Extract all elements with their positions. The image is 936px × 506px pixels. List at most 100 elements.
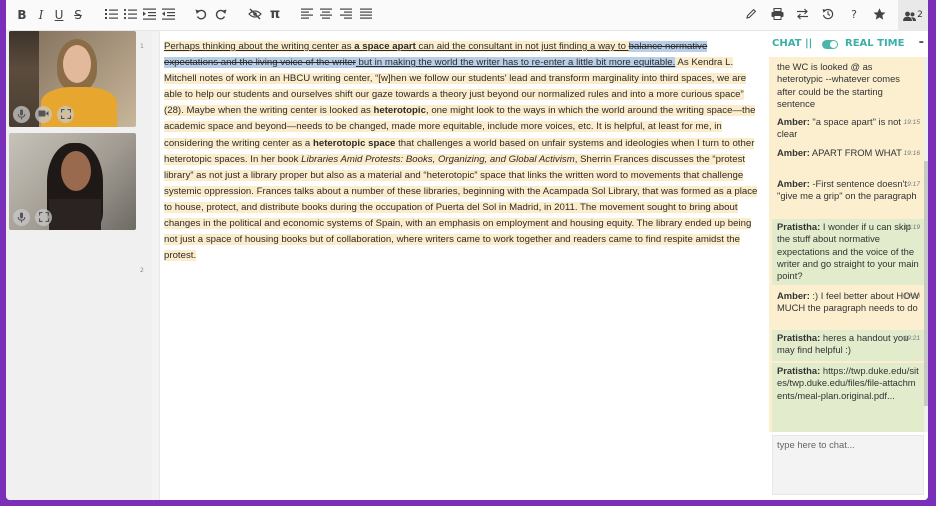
- document-paragraph: Perhaps thinking about the writing cente…: [164, 41, 758, 262]
- help-button[interactable]: ?: [847, 5, 861, 25]
- chat-scrollbar-thumb[interactable]: [924, 161, 928, 406]
- chat-message-list[interactable]: the WC is looked @ as heterotypic --what…: [769, 57, 924, 432]
- chat-author: Amber:: [777, 290, 810, 301]
- microphone-icon: [17, 212, 26, 223]
- users-icon: [903, 11, 917, 21]
- fullscreen-button-2[interactable]: [35, 209, 52, 226]
- chat-message: Amber: APART FROM WHAT 19:16: [772, 145, 924, 162]
- users-online-count: 2: [917, 10, 923, 20]
- align-right-button[interactable]: [339, 5, 353, 25]
- bold-glyph: B: [17, 8, 27, 22]
- indent-icon: [142, 8, 156, 20]
- chat-timestamp: 19:16: [903, 150, 920, 157]
- chat-message: Amber: -First sentence doesn't "give me …: [772, 176, 924, 206]
- text-run-bold: heterotopic: [373, 105, 426, 117]
- bold-button[interactable]: B: [15, 5, 29, 25]
- indent-button[interactable]: [142, 5, 156, 25]
- toolbar: B I U S π ? 2: [6, 0, 928, 31]
- chat-minimize-button[interactable]: -: [919, 35, 924, 50]
- pen-icon: [746, 8, 757, 19]
- chat-panel: CHAT || REAL TIME - the WC is looked @ a…: [769, 31, 928, 500]
- chat-scrollbar[interactable]: [924, 57, 928, 432]
- chat-author: Pratistha:: [777, 221, 821, 232]
- fullscreen-icon: [38, 212, 49, 222]
- pi-glyph: π: [269, 7, 281, 22]
- underline-button[interactable]: U: [52, 5, 66, 25]
- text-run: , Sherrin Frances discusses the “protest…: [164, 153, 758, 262]
- strikethrough-glyph: S: [74, 8, 82, 22]
- star-icon: [873, 8, 885, 20]
- chat-input[interactable]: type here to chat...: [772, 435, 924, 495]
- mic-button-1[interactable]: [13, 106, 30, 123]
- mic-button-2[interactable]: [13, 209, 30, 226]
- help-glyph: ?: [851, 8, 857, 21]
- chat-mode-label: REAL TIME: [845, 38, 905, 49]
- text-run: Perhaps thinking about the writing cente…: [164, 41, 355, 52]
- participant-1-body: [41, 87, 117, 127]
- chat-message: the WC is looked @ as heterotypic --what…: [772, 59, 924, 113]
- italic-button[interactable]: I: [34, 5, 48, 25]
- show-formatting-button[interactable]: π: [268, 5, 282, 25]
- italic-glyph: I: [38, 8, 44, 22]
- text-run-italic: Libraries Amid Protests: Books, Organizi…: [301, 153, 575, 165]
- chat-message: Amber: "a space apart" is not clear 19:15: [772, 114, 924, 144]
- outdent-icon: [161, 8, 175, 20]
- align-center-icon: [320, 8, 332, 19]
- chat-timestamp: 19:19: [903, 224, 920, 231]
- undo-icon: [195, 9, 207, 20]
- line-number-1: 1: [140, 43, 144, 50]
- microphone-icon: [17, 109, 26, 120]
- text-run: can aid the consultant in not just findi…: [415, 41, 629, 52]
- align-center-button[interactable]: [319, 5, 333, 25]
- numbered-list-icon: [104, 9, 118, 19]
- swap-button[interactable]: [795, 5, 809, 25]
- strikethrough-button[interactable]: S: [71, 5, 85, 25]
- chat-title: CHAT ||: [772, 38, 813, 49]
- participant-1-face: [63, 45, 91, 83]
- participant-2-face: [61, 151, 91, 191]
- chat-author: Pratistha:: [777, 332, 821, 343]
- bullet-list-button[interactable]: [123, 5, 137, 25]
- chat-message: Pratistha: I wonder if u can skip the st…: [772, 219, 924, 285]
- numbered-list-button[interactable]: [104, 5, 118, 25]
- chat-text: APART FROM WHAT: [809, 147, 902, 158]
- fullscreen-icon: [60, 109, 71, 119]
- camera-icon: [38, 110, 49, 117]
- video-panel: [6, 31, 152, 500]
- print-icon: [771, 8, 783, 20]
- camera-button-1[interactable]: [35, 106, 52, 123]
- text-run-bold: a space apart: [354, 41, 416, 52]
- chat-message: Pratistha: https://twp.duke.edu/sites/tw…: [772, 363, 924, 432]
- pen-button[interactable]: [744, 5, 758, 25]
- video-feed-2: [9, 133, 136, 230]
- chat-timestamp: 19:15: [903, 119, 920, 126]
- history-icon: [822, 8, 834, 20]
- align-right-icon: [340, 8, 352, 19]
- chat-text: the WC is looked @ as heterotypic --what…: [777, 61, 900, 109]
- chat-author: Amber:: [777, 147, 810, 158]
- outdent-button[interactable]: [161, 5, 175, 25]
- document-editor[interactable]: Perhaps thinking about the writing cente…: [164, 39, 758, 264]
- fullscreen-button-1[interactable]: [57, 106, 74, 123]
- chat-message: Pratistha: heres a handout you may find …: [772, 330, 924, 361]
- real-time-toggle[interactable]: [822, 40, 838, 49]
- print-button[interactable]: [770, 5, 784, 25]
- app-window: B I U S π ? 2 1 2 Perhaps thinking about…: [6, 0, 928, 500]
- bullet-list-icon: [123, 8, 137, 20]
- undo-button[interactable]: [194, 5, 208, 25]
- justify-button[interactable]: [359, 5, 373, 25]
- star-button[interactable]: [872, 5, 886, 25]
- justify-icon: [360, 8, 372, 19]
- inserted-text: but in making the world the writer has t…: [355, 57, 676, 69]
- align-left-button[interactable]: [300, 5, 314, 25]
- chat-message: Amber: :) I feel better about HOW MUCH t…: [772, 288, 924, 318]
- users-online-button[interactable]: 2: [898, 0, 928, 31]
- video-feed-1: [9, 31, 136, 127]
- chat-timestamp: 19:20: [903, 293, 920, 300]
- history-button[interactable]: [821, 5, 835, 25]
- text-run-bold: heterotopic space: [312, 137, 396, 149]
- redo-button[interactable]: [214, 5, 228, 25]
- chat-header: CHAT || REAL TIME -: [769, 31, 928, 57]
- hide-comments-button[interactable]: [248, 5, 262, 25]
- eye-slash-icon: [248, 8, 262, 20]
